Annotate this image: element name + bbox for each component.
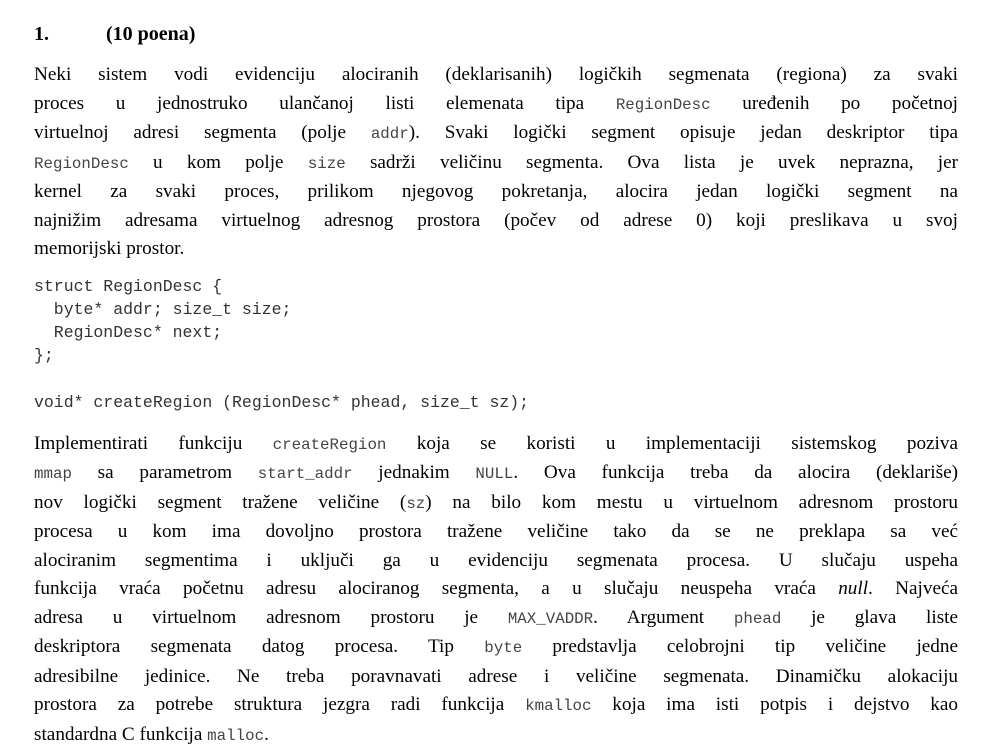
body-line: funkcija vraća početnu adresu alociranog… [34, 575, 958, 604]
body-paragraph: Implementirati funkciju createRegion koj… [34, 430, 958, 751]
task-points: (10 poena) [106, 23, 196, 45]
text: proces u jednostruko ulančanoj listi ele… [34, 92, 616, 114]
code-block: struct RegionDesc { byte* addr; size_t s… [34, 275, 958, 414]
body-line: prostora za potrebe struktura jezgra rad… [34, 691, 958, 721]
inline-code: addr [370, 125, 409, 143]
struct-definition: struct RegionDesc { byte* addr; size_t s… [34, 276, 292, 365]
text: memorijski prostor. [34, 238, 185, 259]
inline-code: createRegion [272, 435, 387, 454]
inline-code: size [307, 154, 346, 173]
task-heading: 1. (10 poena) [34, 18, 958, 50]
text: standardna C funkcija [34, 723, 208, 745]
text: koja se koristi u implementaciji sistems… [386, 432, 958, 454]
inline-code: sz [406, 494, 426, 513]
inline-code: NULL [475, 465, 514, 483]
body-line: mmap sa parametrom start_addr jednakim N… [34, 459, 958, 489]
text: u kom polje [128, 151, 308, 173]
intro-line: najnižim adresama virtuelnog adresnog pr… [34, 207, 958, 236]
intro-line: kernel za svaki proces, prilikom njegovo… [34, 178, 958, 207]
text: procesa u kom ima dovoljno prostora traž… [34, 521, 958, 542]
text: Implementirati funkciju [34, 432, 273, 454]
intro-line: Neki sistem vodi evidenciju alociranih (… [34, 61, 958, 90]
inline-code: MAX_VADDR [507, 609, 594, 628]
inline-code: RegionDesc [615, 95, 711, 114]
body-line: Implementirati funkciju createRegion koj… [34, 430, 958, 460]
body-line: procesa u kom ima dovoljno prostora traž… [34, 518, 958, 547]
intro-line: proces u jednostruko ulančanoj listi ele… [34, 90, 958, 120]
italic-text: null [838, 578, 869, 599]
task-number: 1. [34, 23, 49, 45]
body-line: adresibilne jedinice. Ne treba poravnava… [34, 663, 958, 692]
intro-line: RegionDesc u kom polje size sadrži velič… [34, 149, 958, 179]
text: . [264, 723, 269, 745]
code-gap [34, 367, 958, 391]
function-signature: void* createRegion (RegionDesc* phead, s… [34, 392, 530, 412]
text: kernel za svaki proces, prilikom njegovo… [34, 181, 958, 202]
text: virtuelnoj adresi segmenta (polje [34, 122, 371, 143]
body-line: alociranim segmentima i uključi ga u evi… [34, 547, 958, 576]
text: adresibilne jedinice. Ne treba poravnava… [34, 665, 958, 687]
text: Neki sistem vodi evidenciju alociranih (… [34, 64, 958, 85]
body-line: deskriptora segmenata datog procesa. Tip… [34, 633, 958, 663]
text: . Najveća [868, 578, 958, 599]
text: adresa u virtuelnom adresnom prostoru je [34, 606, 508, 628]
inline-code: byte [484, 639, 523, 657]
body-line: nov logički segment tražene veličine (sz… [34, 489, 958, 519]
document-page: 1. (10 poena) Neki sistem vodi evidenciju… [34, 18, 958, 750]
text: je glava liste [781, 606, 959, 628]
text: deskriptora segmenata datog procesa. Tip [34, 636, 485, 657]
inline-code: phead [733, 609, 782, 628]
inline-code: malloc [207, 726, 265, 745]
text: . Ova funkcija treba da alocira (deklari… [513, 462, 958, 483]
intro-line: virtuelnoj adresi segmenta (polje addr).… [34, 119, 958, 149]
text: jednakim [352, 462, 476, 483]
intro-paragraph: Neki sistem vodi evidenciju alociranih (… [34, 61, 958, 264]
text: alociranim segmentima i uključi ga u evi… [34, 549, 958, 571]
text: sa parametrom [71, 462, 258, 483]
text: . Argument [593, 606, 734, 628]
text: ). Svaki logički segment opisuje jedan d… [408, 122, 958, 143]
inline-code: RegionDesc [34, 154, 129, 173]
inline-code: kmalloc [525, 697, 592, 715]
text: predstavlja celobrojni tip veličine jedn… [522, 636, 958, 657]
text: prostora za potrebe struktura jezgra rad… [34, 694, 526, 715]
text: sadrži veličinu segmenta. Ova lista je u… [345, 151, 959, 173]
inline-code: start_addr [257, 465, 353, 483]
text: uređenih po početnoj [710, 92, 958, 114]
inline-code: mmap [34, 465, 72, 483]
text: funkcija vraća početnu adresu alociranog… [34, 578, 839, 599]
text: koja ima isti potpis i dejstvo kao [591, 694, 958, 715]
text: najnižim adresama virtuelnog adresnog pr… [34, 209, 958, 231]
body-line: adresa u virtuelnom adresnom prostoru je… [34, 604, 958, 634]
intro-line: memorijski prostor. [34, 235, 958, 264]
body-line: standardna C funkcija malloc. [34, 721, 958, 751]
text: nov logički segment tražene veličine ( [34, 491, 407, 513]
text: ) na bilo kom mestu u virtuelnom adresno… [425, 491, 958, 513]
